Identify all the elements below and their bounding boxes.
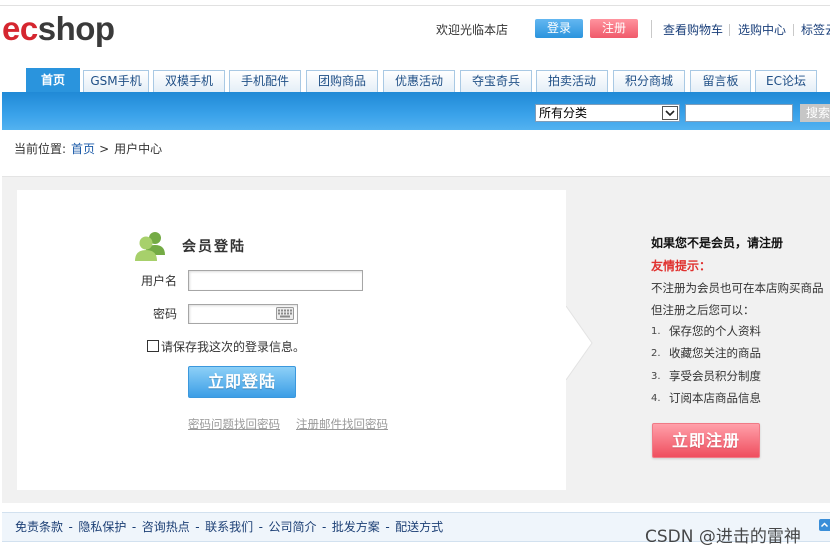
- benefit-text: 保存您的个人资料: [669, 324, 761, 338]
- top-divider: [0, 5, 830, 6]
- footer-link-about[interactable]: 公司简介: [268, 520, 316, 534]
- category-select[interactable]: 所有分类: [535, 104, 680, 122]
- benefit-number: 3.: [651, 371, 661, 382]
- tip-line: 不注册为会员也可在本店购买商品: [651, 281, 824, 295]
- footer-separator: -: [68, 520, 73, 534]
- benefit-text: 收藏您关注的商品: [669, 346, 761, 360]
- benefit-number: 4.: [651, 393, 661, 404]
- ecshop-logo[interactable]: ecshop: [2, 10, 115, 48]
- register-now-button[interactable]: 立即注册: [652, 423, 760, 458]
- breadcrumb-prefix: 当前位置:: [14, 142, 67, 156]
- footer-link-wholesale[interactable]: 批发方案: [332, 520, 380, 534]
- welcome-text: 欢迎光临本店: [436, 23, 509, 37]
- footer-link-shipping[interactable]: 配送方式: [395, 520, 443, 534]
- login-title: 会员登陆: [182, 239, 246, 255]
- back-to-top-icon[interactable]: [819, 519, 830, 531]
- tab-message-board[interactable]: 留言板: [690, 70, 751, 92]
- tab-promotions[interactable]: 优惠活动: [383, 70, 455, 92]
- users-icon: [133, 230, 167, 262]
- benefit-text: 享受会员积分制度: [669, 369, 761, 383]
- header-divider: [651, 20, 652, 38]
- breadcrumb-current: 用户中心: [114, 142, 163, 156]
- register-button[interactable]: 注册: [590, 19, 638, 38]
- footer-separator: -: [385, 520, 390, 534]
- search-button[interactable]: 搜索: [800, 104, 830, 122]
- tab-treasure-hunt[interactable]: 夺宝奇兵: [460, 70, 532, 92]
- footer-link-contact[interactable]: 联系我们: [205, 520, 253, 534]
- footer-separator: -: [321, 520, 327, 534]
- tab-phone-accessories[interactable]: 手机配件: [229, 70, 301, 92]
- view-cart-link[interactable]: 查看购物车: [663, 23, 723, 37]
- page: ecshop 欢迎光临本店 登录 注册 查看购物车 选购中心 标签云 首页 GS…: [0, 0, 830, 556]
- recover-by-email-link[interactable]: 注册邮件找回密码: [296, 417, 388, 431]
- username-input[interactable]: [188, 270, 363, 291]
- logo-part-ec: ec: [2, 10, 38, 47]
- search-input[interactable]: [685, 104, 793, 122]
- category-select-value: 所有分类: [539, 106, 588, 120]
- tag-cloud-link[interactable]: 标签云: [801, 23, 830, 37]
- benefit-number: 2.: [651, 348, 661, 359]
- keyboard-icon[interactable]: [276, 307, 294, 320]
- panel-pointer: [566, 306, 593, 380]
- tab-dual-mode-phones[interactable]: 双模手机: [153, 70, 225, 92]
- tab-points-mall[interactable]: 积分商城: [613, 70, 685, 92]
- link-divider: [793, 24, 794, 36]
- tab-ec-forum[interactable]: EC论坛: [755, 70, 817, 92]
- breadcrumb: 当前位置: 首页 > 用户中心: [14, 142, 162, 156]
- benefit-text: 订阅本店商品信息: [669, 391, 761, 405]
- login-button[interactable]: 登录: [535, 19, 583, 38]
- footer-separator: -: [195, 520, 200, 534]
- login-submit-button[interactable]: 立即登陆: [188, 366, 296, 398]
- tip-line: 但注册之后您可以：: [651, 303, 755, 317]
- breadcrumb-home-link[interactable]: 首页: [71, 142, 95, 156]
- chevron-down-icon[interactable]: [662, 106, 678, 120]
- logo-part-shop: shop: [37, 10, 115, 47]
- benefit-number: 1.: [651, 326, 661, 337]
- recover-by-question-link[interactable]: 密码问题找回密码: [188, 417, 280, 431]
- footer-separator: -: [131, 520, 137, 534]
- footer-link-privacy[interactable]: 隐私保护: [78, 520, 126, 534]
- footer-link-disclaimer[interactable]: 免责条款: [15, 520, 63, 534]
- footer-separator: -: [258, 520, 263, 534]
- username-label: 用户名: [140, 274, 177, 288]
- shopping-center-link[interactable]: 选购中心: [738, 23, 786, 37]
- remember-checkbox[interactable]: [147, 340, 159, 352]
- footer-link-hotline[interactable]: 咨询热点: [142, 520, 190, 534]
- breadcrumb-separator: >: [99, 142, 110, 156]
- tab-group-buy[interactable]: 团购商品: [306, 70, 378, 92]
- tab-gsm-phones[interactable]: GSM手机: [83, 70, 149, 92]
- remember-label[interactable]: 请保存我这次的登录信息。: [161, 340, 305, 354]
- tip-title: 友情提示：: [651, 259, 712, 273]
- tab-home[interactable]: 首页: [26, 68, 80, 92]
- watermark: CSDN @进击的雷神: [645, 527, 801, 547]
- footer-links: 免责条款 - 隐私保护 - 咨询热点 - 联系我们 - 公司简介 - 批发方案 - 配送方式: [15, 520, 443, 534]
- register-heading: 如果您不是会员，请注册: [651, 236, 784, 250]
- link-divider: [729, 24, 730, 36]
- password-label: 密码: [152, 307, 177, 321]
- tab-auctions[interactable]: 拍卖活动: [536, 70, 608, 92]
